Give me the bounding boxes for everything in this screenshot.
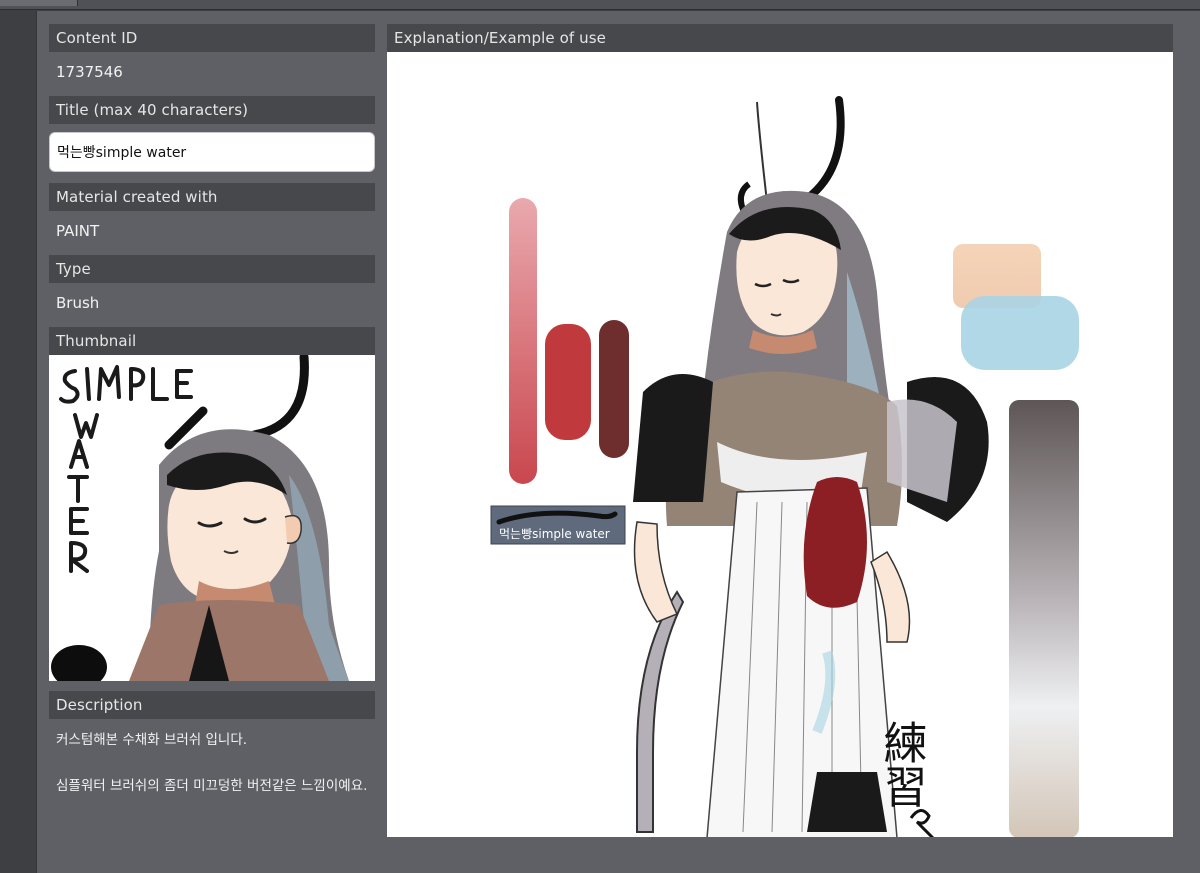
title-header: Title (max 40 characters) <box>49 96 375 124</box>
example-illustration: 먹는빵simple water 練習 <box>490 96 1079 837</box>
title-input[interactable] <box>49 132 375 172</box>
swatch-red <box>545 324 591 440</box>
info-column: Content ID 1737546 Title (max 40 charact… <box>49 24 375 798</box>
example-column: Explanation/Example of use 먹는빵simple wat… <box>387 24 1173 837</box>
thumbnail-image <box>49 355 375 681</box>
description-line: 커스텀해본 수채화 브러쉬 입니다. <box>56 732 248 748</box>
thumbnail-header: Thumbnail <box>49 327 375 355</box>
robe <box>129 600 329 681</box>
type-header: Type <box>49 255 375 283</box>
description-header: Description <box>49 691 375 719</box>
calligraphy-glyph: 練習 <box>876 720 927 808</box>
content-detail-panel: Content ID 1737546 Title (max 40 charact… <box>36 11 1200 873</box>
brush-chip-label: 먹는빵simple water <box>499 527 610 541</box>
type-value: Brush <box>56 294 100 312</box>
material-header: Material created with <box>49 183 375 211</box>
character-figure <box>633 96 989 837</box>
swatch-maroon <box>599 320 629 458</box>
signature-mark <box>909 809 935 837</box>
horn-right <box>249 355 309 440</box>
example-header: Explanation/Example of use <box>387 24 1173 52</box>
window-top-strip <box>0 0 1200 10</box>
thumbnail-illustration <box>51 355 349 681</box>
swatch-red-light <box>509 198 537 484</box>
swatch-grey-gradient <box>1009 400 1079 837</box>
content-id-value: 1737546 <box>56 63 123 81</box>
material-value: PAINT <box>56 222 100 240</box>
example-image: 먹는빵simple water 練習 <box>387 52 1173 837</box>
content-id-header: Content ID <box>49 24 375 52</box>
swatch-blue <box>961 296 1079 370</box>
brush-chip: 먹는빵simple water <box>490 505 626 545</box>
description-text: 커스텀해본 수채화 브러쉬 입니다. 심플워터 브러쉬의 좀더 미끄덩한 버전같… <box>49 719 375 798</box>
window-tab[interactable] <box>0 0 78 6</box>
description-line: 심플워터 브러쉬의 좀더 미끄덩한 버전같은 느낌이예요. <box>56 778 368 794</box>
